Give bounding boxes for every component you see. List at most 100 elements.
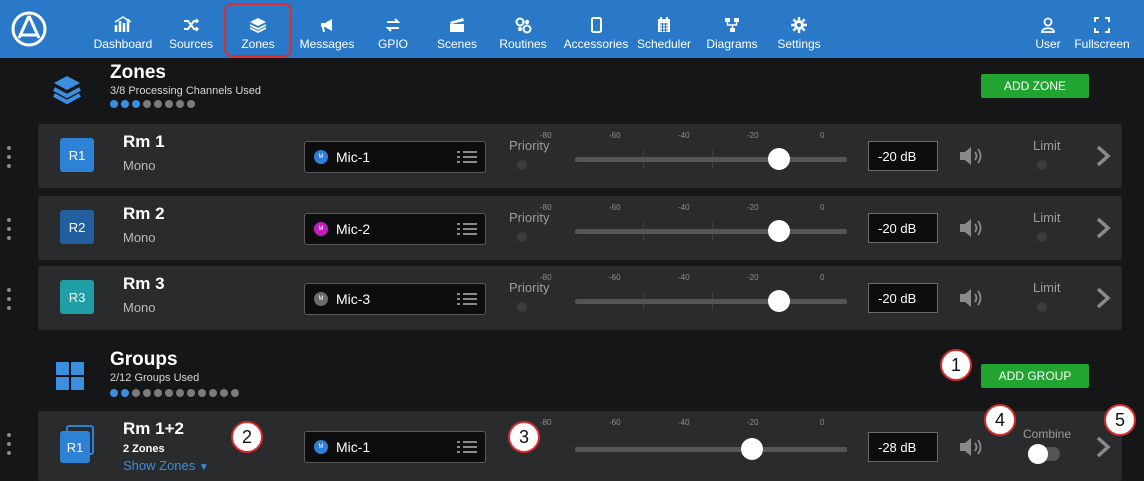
group-badge-icon: R1: [60, 425, 96, 463]
scale-label: -40: [678, 131, 690, 140]
nav-accessories[interactable]: Accessories: [562, 6, 630, 54]
logo-icon[interactable]: [8, 8, 50, 50]
chevron-right-icon[interactable]: [1095, 435, 1111, 459]
group-source-select[interactable]: M Mic-1: [304, 431, 486, 463]
fader-knob[interactable]: [768, 148, 790, 170]
zones-section-icon: [53, 76, 81, 104]
nav-fullscreen[interactable]: Fullscreen: [1070, 6, 1134, 54]
zone-level-field[interactable]: -20 dB: [868, 213, 938, 243]
add-zone-button[interactable]: ADD ZONE: [981, 74, 1089, 98]
usage-dot-used: [110, 389, 118, 397]
usage-dot-free: [154, 100, 162, 108]
drag-handle-icon[interactable]: [6, 146, 12, 168]
zone-name: Rm 3: [123, 274, 165, 293]
zone-row[interactable]: R1 Rm 1 Mono M Mic-1 Priority -80 -60 -40 -…: [7, 124, 1122, 188]
fader-knob[interactable]: [768, 220, 790, 242]
scale-label: -20: [747, 203, 759, 212]
list-icon: [457, 151, 477, 163]
zone-source-label: Mic-1: [336, 149, 371, 165]
nav-fullscreen-label: Fullscreen: [1074, 37, 1130, 51]
nav-settings[interactable]: Settings: [774, 6, 824, 54]
dashboard-icon: [114, 16, 132, 32]
priority-indicator[interactable]: [517, 232, 527, 242]
nav-routines[interactable]: Routines: [496, 6, 550, 54]
zone-row[interactable]: R2 Rm 2 Mono M Mic-2 Priority -80 -60 -40 -…: [7, 196, 1122, 260]
zone-level-field[interactable]: -20 dB: [868, 141, 938, 171]
combine-toggle[interactable]: [1028, 444, 1060, 464]
chevron-right-icon[interactable]: [1095, 216, 1111, 240]
zones-title: Zones: [110, 62, 166, 83]
scale-label: 0: [820, 273, 825, 282]
scale-label: -80: [540, 273, 552, 282]
user-icon: [1041, 17, 1055, 33]
add-group-button[interactable]: ADD GROUP: [981, 364, 1089, 388]
callout-marker: 5: [1104, 404, 1136, 436]
limit-indicator[interactable]: [1037, 302, 1047, 312]
nav-messages[interactable]: Messages: [296, 6, 358, 54]
mic-tag-icon: M: [314, 440, 328, 454]
zone-row[interactable]: R3 Rm 3 Mono M Mic-3 Priority -80 -60 -40 -…: [7, 266, 1122, 330]
chevron-right-icon[interactable]: [1095, 286, 1111, 310]
nav-scheduler[interactable]: Scheduler: [634, 6, 694, 54]
zone-badge: R3: [60, 280, 94, 314]
mic-tag-icon: M: [314, 150, 328, 164]
scale-label: -20: [747, 131, 759, 140]
speaker-icon[interactable]: [958, 217, 986, 239]
scale-label: -60: [609, 203, 621, 212]
zone-level-field[interactable]: -20 dB: [868, 283, 938, 313]
nav-scheduler-label: Scheduler: [636, 37, 692, 51]
zone-source-select[interactable]: M Mic-2: [304, 213, 486, 245]
priority-label: Priority: [509, 280, 550, 295]
usage-dot-free: [220, 389, 228, 397]
group-level-field[interactable]: -28 dB: [868, 432, 938, 462]
usage-dot-used: [132, 100, 140, 108]
fader-knob[interactable]: [768, 290, 790, 312]
nav-dashboard-label: Dashboard: [93, 37, 153, 51]
nav-user[interactable]: User: [1030, 6, 1066, 54]
drag-handle-icon[interactable]: [6, 433, 12, 455]
fader-knob[interactable]: [740, 438, 763, 460]
limit-label: Limit: [1033, 280, 1061, 295]
fader-track[interactable]: [575, 299, 847, 304]
show-zones-link[interactable]: Show Zones ▼: [123, 458, 209, 473]
diagrams-icon: [725, 18, 739, 32]
zone-name: Rm 1: [123, 132, 165, 151]
priority-indicator[interactable]: [517, 160, 527, 170]
usage-dot-free: [143, 100, 151, 108]
limit-label: Limit: [1033, 138, 1061, 153]
usage-dot-free: [198, 389, 206, 397]
groups-section-icon: [56, 362, 84, 390]
limit-indicator[interactable]: [1037, 232, 1047, 242]
priority-indicator[interactable]: [517, 302, 527, 312]
messages-icon: [321, 19, 332, 33]
group-row[interactable]: R1 Rm 1+2 2 Zones Show Zones ▼ M Mic-1 -…: [7, 411, 1122, 481]
zone-source-select[interactable]: M Mic-3: [304, 283, 486, 315]
top-navigation-bar: Dashboard Sources Zones Messages GPIO Sc…: [0, 0, 1144, 58]
nav-sources[interactable]: Sources: [164, 6, 218, 54]
speaker-icon[interactable]: [958, 145, 986, 167]
sources-icon: [184, 18, 200, 32]
scale-label: -60: [609, 131, 621, 140]
drag-handle-icon[interactable]: [6, 218, 12, 240]
limit-indicator[interactable]: [1037, 160, 1047, 170]
speaker-icon[interactable]: [958, 436, 986, 458]
fader-track[interactable]: [575, 447, 847, 452]
nav-dashboard[interactable]: Dashboard: [92, 6, 154, 54]
fader-track[interactable]: [575, 157, 847, 162]
usage-dot-used: [121, 389, 129, 397]
fader-track[interactable]: [575, 229, 847, 234]
scale-label: 0: [820, 203, 825, 212]
fullscreen-icon: [1094, 17, 1110, 33]
zone-source-select[interactable]: M Mic-1: [304, 141, 486, 173]
nav-scenes[interactable]: Scenes: [432, 6, 482, 54]
nav-diagrams-label: Diagrams: [706, 37, 758, 51]
nav-gpio[interactable]: GPIO: [370, 6, 416, 54]
usage-dot-free: [176, 389, 184, 397]
scale-label: -80: [540, 203, 552, 212]
drag-handle-icon[interactable]: [6, 288, 12, 310]
zone-source-label: Mic-2: [336, 221, 371, 237]
chevron-right-icon[interactable]: [1095, 144, 1111, 168]
nav-diagrams[interactable]: Diagrams: [704, 6, 760, 54]
active-tab-highlight: [224, 3, 292, 57]
speaker-icon[interactable]: [958, 287, 986, 309]
